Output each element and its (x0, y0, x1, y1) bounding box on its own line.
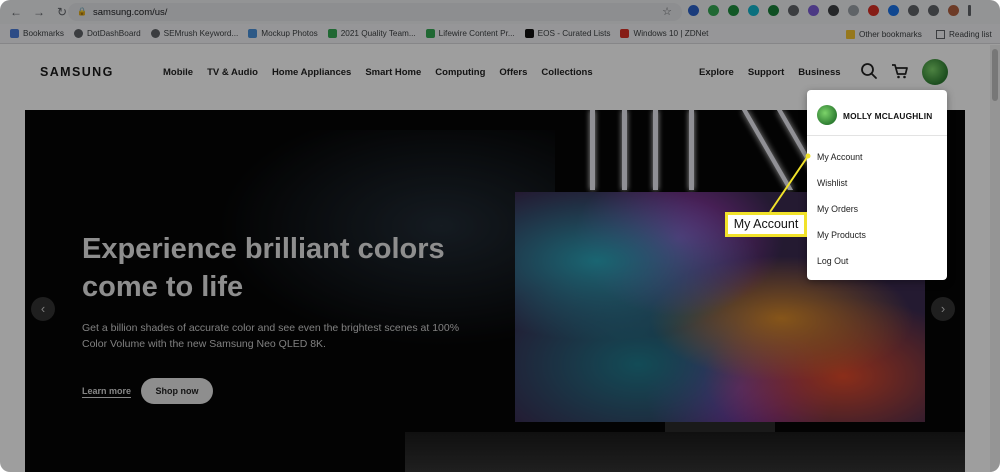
screenshot-frame: ← → ↻ 🔒 samsung.com/us/ ☆ Bookmarks DotD… (0, 0, 1000, 472)
callout-pointer-line (769, 153, 811, 213)
callout-label: My Account (725, 212, 807, 237)
